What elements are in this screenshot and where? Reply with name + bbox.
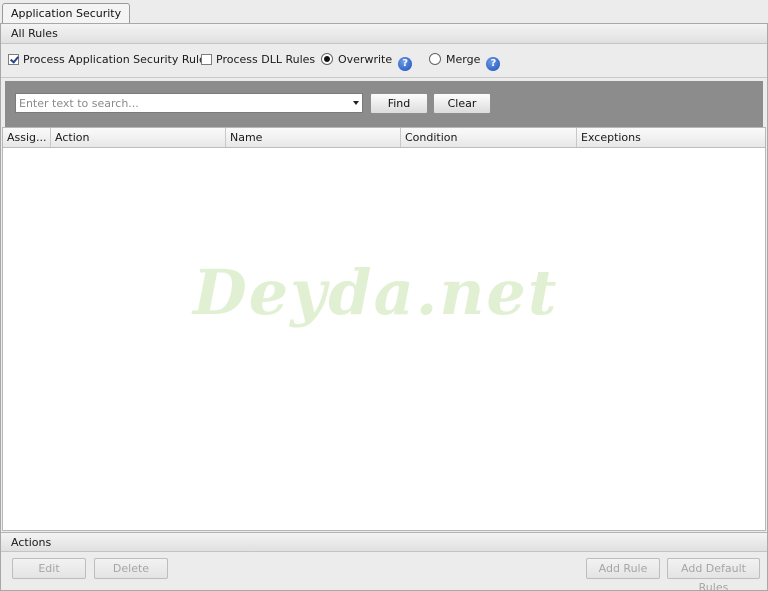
- merge-label: Merge: [446, 53, 481, 66]
- help-icon[interactable]: ?: [486, 57, 501, 71]
- process-app-rules-label: Process Application Security Rules: [23, 53, 212, 66]
- overwrite-radio[interactable]: Overwrite?: [321, 53, 413, 71]
- application-security-panel: All Rules Process Application Security R…: [0, 23, 768, 591]
- add-rule-button[interactable]: Add Rule: [586, 558, 660, 579]
- column-header-condition[interactable]: Condition: [401, 128, 577, 147]
- watermark: Deyda.net: [193, 256, 559, 329]
- clear-button[interactable]: Clear: [433, 93, 491, 114]
- merge-radio[interactable]: Merge?: [429, 53, 501, 71]
- column-header-exceptions[interactable]: Exceptions: [577, 128, 765, 147]
- column-header-assigned[interactable]: Assig...: [3, 128, 51, 147]
- tab-strip: Application Security: [0, 0, 768, 24]
- rules-table[interactable]: Assig... Action Name Condition Exception…: [2, 127, 766, 531]
- column-header-action[interactable]: Action: [51, 128, 226, 147]
- all-rules-header: All Rules: [1, 24, 767, 44]
- tab-application-security[interactable]: Application Security: [2, 3, 131, 24]
- search-combobox[interactable]: [15, 93, 363, 113]
- add-default-rules-button[interactable]: Add Default Rules: [667, 558, 760, 591]
- process-dll-rules-label: Process DLL Rules: [216, 53, 316, 66]
- edit-button[interactable]: Edit: [12, 558, 86, 579]
- overwrite-label: Overwrite: [338, 53, 393, 66]
- help-icon[interactable]: ?: [398, 57, 413, 71]
- process-app-rules-checkbox[interactable]: Process Application Security Rules: [8, 53, 212, 67]
- actions-bar: Edit Delete Add Rule Add Default Rules: [1, 552, 767, 591]
- delete-button[interactable]: Delete: [94, 558, 168, 579]
- actions-header: Actions: [1, 532, 767, 552]
- rule-options-bar: Process Application Security Rules Proce…: [1, 44, 767, 78]
- radio-icon: [321, 53, 333, 65]
- process-dll-rules-checkbox[interactable]: Process DLL Rules: [201, 53, 315, 67]
- search-bar: Find Clear: [5, 81, 763, 127]
- rules-table-header: Assig... Action Name Condition Exception…: [3, 128, 765, 148]
- radio-icon: [429, 53, 441, 65]
- checkbox-icon: [201, 54, 212, 65]
- column-header-name[interactable]: Name: [226, 128, 401, 147]
- search-input[interactable]: [16, 94, 346, 112]
- checkbox-icon: [8, 54, 19, 65]
- find-button[interactable]: Find: [370, 93, 428, 114]
- chevron-down-icon[interactable]: [353, 101, 359, 105]
